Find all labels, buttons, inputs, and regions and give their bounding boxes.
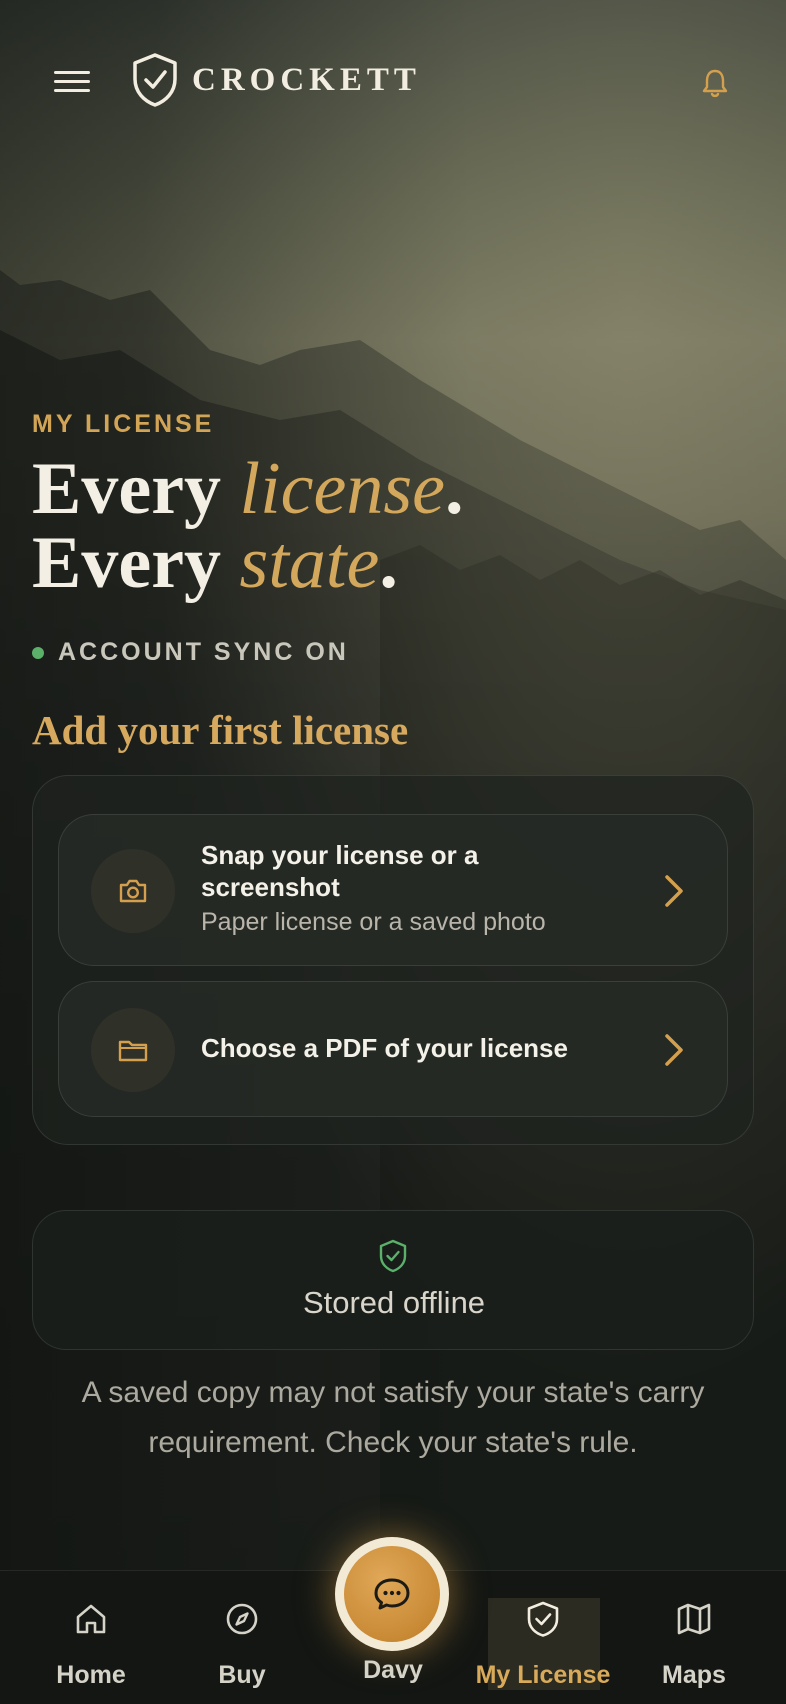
status-dot-icon <box>32 646 44 659</box>
app-header: CROCKETT <box>0 40 786 120</box>
snap-license-option[interactable]: Snap your license or a screenshot Paper … <box>58 814 728 966</box>
davy-chat-button[interactable] <box>335 1537 449 1651</box>
nav-item-home[interactable]: Home <box>26 1571 156 1704</box>
nav-label: Buy <box>218 1661 266 1689</box>
hamburger-menu-icon <box>54 71 90 74</box>
option-subtitle: Paper license or a saved photo <box>201 908 546 936</box>
nav-item-my-license[interactable]: My License <box>476 1571 610 1704</box>
nav-item-buy[interactable]: Buy <box>177 1571 307 1704</box>
stored-offline-panel: Stored offline <box>32 1210 754 1350</box>
sync-status: ACCOUNT SYNC ON <box>32 638 349 667</box>
headline-line-1: Every license. <box>32 448 464 530</box>
shield-check-icon <box>133 53 177 107</box>
section-eyebrow: MY LICENSE <box>32 410 215 438</box>
menu-button[interactable] <box>46 64 98 100</box>
chevron-right-icon <box>665 875 683 907</box>
home-icon <box>76 1604 106 1634</box>
carry-requirement-note: A saved copy may not satisfy your state'… <box>81 1376 705 1459</box>
headline-line-2: Every state. <box>32 522 398 604</box>
brand-logo[interactable]: CROCKETT <box>130 52 421 108</box>
option-title: Choose a PDF of your license <box>201 1033 568 1063</box>
add-license-card: Snap your license or a screenshot Paper … <box>32 775 754 1145</box>
chat-bubble-icon <box>374 1578 410 1610</box>
camera-icon <box>119 879 147 903</box>
page-headline: Every license. Every state. <box>32 452 464 600</box>
brand-name: CROCKETT <box>192 61 421 98</box>
add-license-title: Add your first license <box>32 707 409 753</box>
option-title: Snap your license or a screenshot <box>201 840 479 902</box>
nav-label: Home <box>56 1661 126 1689</box>
compass-icon <box>226 1603 258 1635</box>
sync-status-label: ACCOUNT SYNC ON <box>58 638 349 666</box>
shield-check-icon <box>379 1239 407 1273</box>
folder-icon <box>118 1040 148 1062</box>
chevron-right-icon <box>665 1034 683 1066</box>
shield-check-icon <box>527 1601 559 1637</box>
bell-icon[interactable] <box>698 66 732 100</box>
stored-offline-label: Stored offline <box>302 1285 486 1320</box>
nav-label: My License <box>475 1661 611 1689</box>
choose-pdf-option[interactable]: Choose a PDF of your license <box>58 981 728 1117</box>
map-icon <box>677 1603 711 1635</box>
nav-label: Maps <box>662 1661 726 1689</box>
nav-label-davy: Davy <box>363 1656 423 1684</box>
nav-item-maps[interactable]: Maps <box>629 1571 759 1704</box>
